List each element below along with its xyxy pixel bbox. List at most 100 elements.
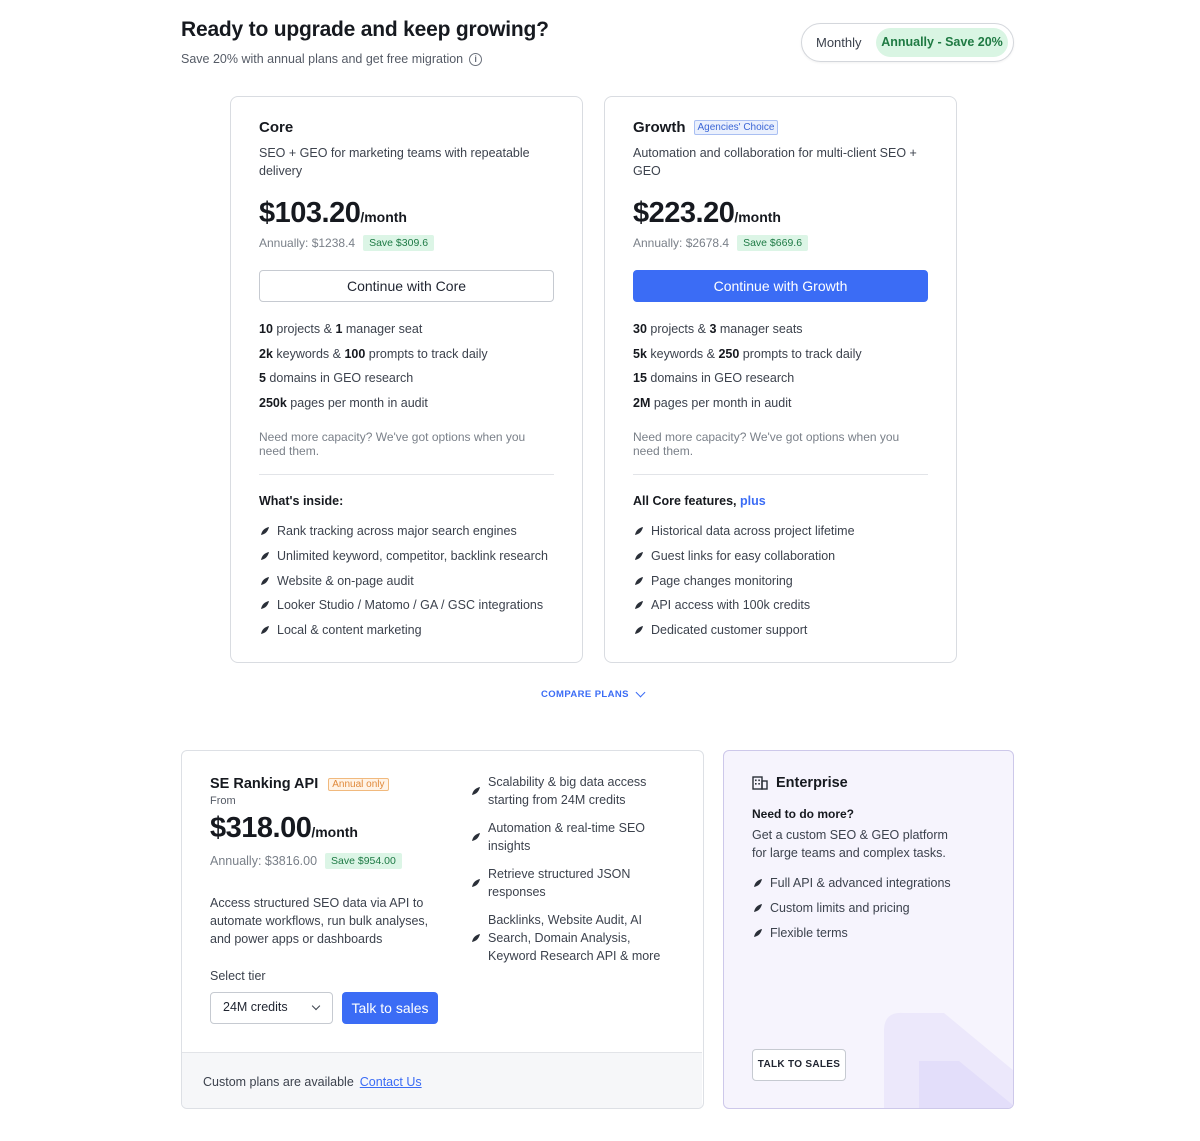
- quota-item: 250k pages per month in audit: [259, 395, 428, 410]
- price-amount: $318.00: [210, 812, 312, 844]
- enterprise-subtitle: Need to do more?: [752, 807, 855, 821]
- feature-item: Page changes monitoring: [635, 568, 855, 593]
- leaf-icon: [261, 552, 269, 561]
- plan-name: Core: [259, 119, 293, 136]
- capacity-note: Need more capacity? We've got options wh…: [259, 430, 526, 458]
- price-row: $223.20 /month: [633, 197, 781, 230]
- leaf-icon: [472, 934, 480, 942]
- price-unit: /month: [360, 209, 407, 225]
- feature-item: Unlimited keyword, competitor, backlink …: [261, 544, 548, 569]
- quota-list: 30 projects & 3 manager seats 5k keyword…: [633, 321, 862, 419]
- leaf-icon: [635, 626, 643, 635]
- feature-item: Scalability & big data access starting f…: [472, 773, 672, 809]
- contact-us-link[interactable]: Contact Us: [360, 1075, 422, 1089]
- divider: [259, 474, 554, 475]
- quota-item: 15 domains in GEO research: [633, 371, 795, 386]
- quota-item: 10 projects & 1 manager seat: [259, 322, 423, 336]
- save-badge: Save $669.6: [737, 235, 809, 251]
- feature-item: Website & on-page audit: [261, 568, 548, 593]
- agencies-choice-badge: Agencies' Choice: [693, 120, 779, 135]
- feature-item: Looker Studio / Matomo / GA / GSC integr…: [261, 593, 548, 618]
- whats-inside-title: What's inside:: [259, 494, 344, 508]
- continue-with-growth-button[interactable]: Continue with Growth: [633, 270, 928, 302]
- continue-with-core-button[interactable]: Continue with Core: [259, 270, 554, 302]
- toggle-annually[interactable]: Annually - Save 20%: [876, 28, 1008, 57]
- leaf-icon: [635, 527, 643, 536]
- leaf-icon: [472, 787, 480, 795]
- annual-price-row: Annually: $1238.4 Save $309.6: [259, 235, 435, 251]
- chevron-down-icon: [311, 1001, 321, 1011]
- feature-item: Full API & advanced integrations: [754, 871, 951, 896]
- feature-list: Historical data across project lifetime …: [635, 519, 855, 642]
- api-card-footer: Custom plans are available Contact Us: [182, 1052, 702, 1108]
- plan-card-core: Core SEO + GEO for marketing teams with …: [230, 96, 583, 663]
- toggle-monthly[interactable]: Monthly: [816, 35, 862, 50]
- price-amount: $103.20: [259, 197, 361, 229]
- leaf-icon: [635, 601, 643, 610]
- annual-price: Annually: $2678.4: [633, 236, 730, 250]
- compare-plans-link[interactable]: COMPARE PLANS: [541, 687, 646, 700]
- plan-description: SEO + GEO for marketing teams with repea…: [259, 146, 530, 178]
- page-subtitle: Save 20% with annual plans and get free …: [181, 52, 483, 66]
- plus-link[interactable]: plus: [740, 494, 766, 508]
- compare-plans-label: COMPARE PLANS: [541, 689, 629, 700]
- subtitle-text: Save 20% with annual plans and get free …: [181, 52, 464, 66]
- leaf-icon: [635, 576, 643, 585]
- feature-item: Custom limits and pricing: [754, 896, 951, 921]
- feature-item: Local & content marketing: [261, 618, 548, 643]
- whats-inside-title: All Core features, plus: [633, 494, 766, 508]
- leaf-icon: [261, 527, 269, 536]
- annual-price-row: Annually: $2678.4 Save $669.6: [633, 235, 809, 251]
- api-feature-list: Scalability & big data access starting f…: [472, 773, 672, 975]
- plan-name-text: Growth: [633, 119, 686, 136]
- enterprise-title: Enterprise: [752, 775, 848, 791]
- quota-item: 30 projects & 3 manager seats: [633, 322, 803, 336]
- leaf-icon: [754, 904, 762, 913]
- feature-item: Backlinks, Website Audit, AI Search, Dom…: [472, 911, 672, 965]
- leaf-icon: [261, 576, 269, 585]
- feature-item: Retrieve structured JSON responses: [472, 865, 672, 901]
- divider: [633, 474, 928, 475]
- feature-list: Rank tracking across major search engine…: [261, 519, 548, 642]
- tier-select[interactable]: 24M credits: [210, 992, 333, 1024]
- plan-name: Growth Agencies' Choice: [633, 119, 779, 136]
- enterprise-talk-to-sales-button[interactable]: TALK TO SALES: [752, 1049, 846, 1081]
- annual-only-badge: Annual only: [328, 777, 389, 791]
- info-icon[interactable]: i: [469, 52, 483, 66]
- talk-to-sales-button[interactable]: Talk to sales: [342, 992, 438, 1024]
- feature-item: Rank tracking across major search engine…: [261, 519, 548, 544]
- leaf-icon: [754, 928, 762, 937]
- page-title: Ready to upgrade and keep growing?: [181, 18, 549, 41]
- plan-card-growth: Growth Agencies' Choice Automation and c…: [604, 96, 957, 663]
- enterprise-title-text: Enterprise: [776, 775, 848, 791]
- leaf-icon: [261, 626, 269, 635]
- tier-select-value: 24M credits: [223, 1000, 288, 1014]
- quota-list: 10 projects & 1 manager seat 2k keywords…: [259, 321, 488, 419]
- price-row: $103.20 /month: [259, 197, 407, 230]
- leaf-icon: [472, 879, 480, 887]
- save-badge: Save $309.6: [363, 235, 435, 251]
- billing-period-toggle[interactable]: Monthly Annually - Save 20%: [801, 23, 1014, 62]
- quota-item: 2k keywords & 100 prompts to track daily: [259, 346, 488, 361]
- chevron-down-icon: [635, 687, 646, 698]
- api-plan-name: SE Ranking API Annual only: [210, 776, 389, 792]
- annual-price: Annually: $3816.00: [210, 854, 318, 868]
- quota-item: 2M pages per month in audit: [633, 395, 792, 410]
- api-plan-card: SE Ranking API Annual only From $318.00 …: [181, 750, 704, 1109]
- annual-price-row: Annually: $3816.00 Save $954.00: [210, 853, 402, 869]
- feature-item: Dedicated customer support: [635, 618, 855, 643]
- plan-name-text: Core: [259, 119, 294, 136]
- building-icon: [752, 776, 768, 790]
- leaf-icon: [261, 601, 269, 610]
- price-unit: /month: [311, 824, 358, 840]
- annual-price: Annually: $1238.4: [259, 236, 356, 250]
- leaf-icon: [472, 833, 480, 841]
- leaf-icon: [754, 879, 762, 888]
- price-row: $318.00 /month: [210, 812, 358, 845]
- leaf-icon: [635, 552, 643, 561]
- price-amount: $223.20: [633, 197, 735, 229]
- plan-description: Automation and collaboration for multi-c…: [633, 146, 917, 178]
- select-tier-label: Select tier: [210, 969, 266, 983]
- quota-item: 5k keywords & 250 prompts to track daily: [633, 346, 862, 361]
- feature-item: API access with 100k credits: [635, 593, 855, 618]
